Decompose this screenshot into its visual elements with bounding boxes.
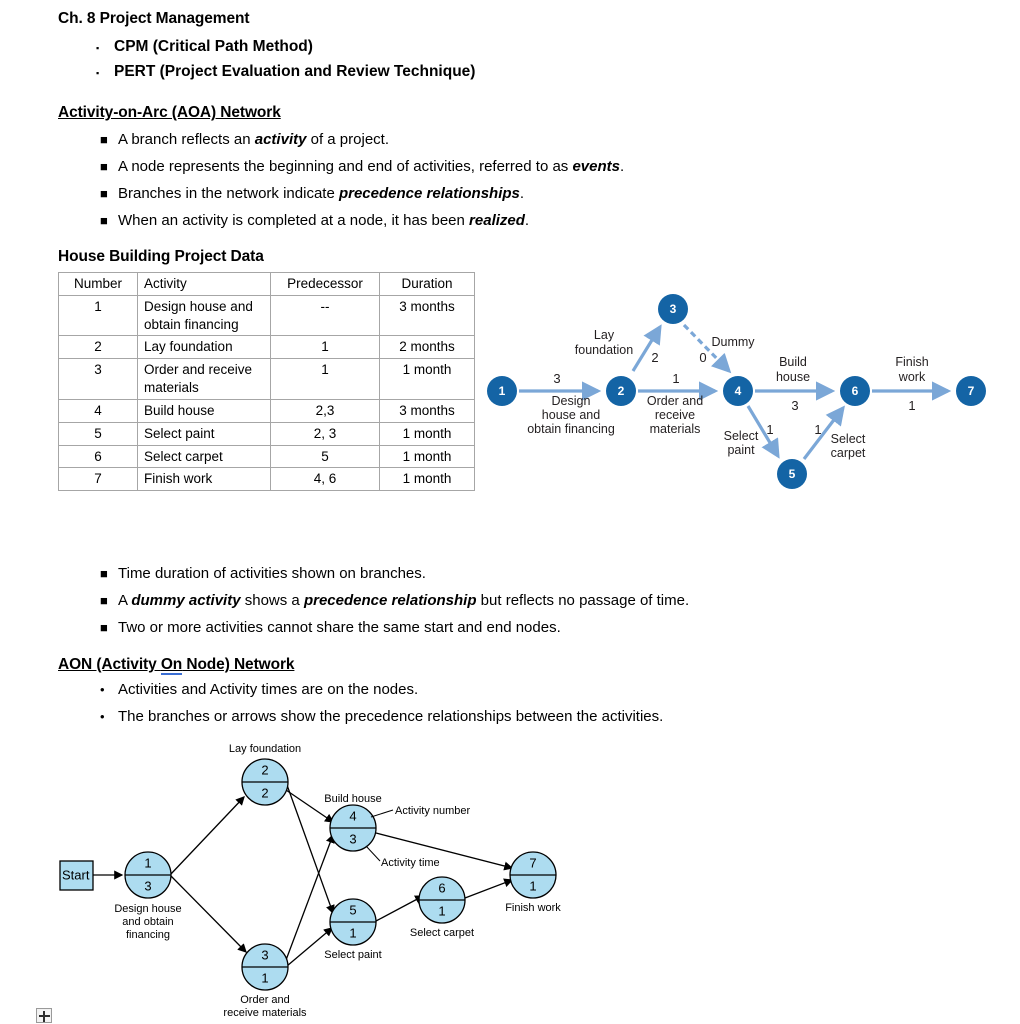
start-box-label: Start (62, 867, 90, 882)
aon-node-1-caption-line1: Design house (114, 903, 181, 915)
aon-edge-3-4 (285, 833, 335, 961)
aon-node-7: 7 1 Finish work (505, 851, 561, 914)
aon-node-1-caption-line3: financing (126, 929, 170, 941)
aon-node-6-number: 6 (438, 880, 445, 895)
activity-number-leader (370, 809, 394, 818)
aon-annotations: Activity number Activity time (365, 805, 471, 869)
aon-start-node: Start (59, 860, 94, 891)
aon-node-1-number: 1 (144, 855, 151, 870)
aon-node-7-time: 1 (529, 878, 536, 893)
annotation-activity-time: Activity time (381, 857, 440, 869)
document-page: Ch. 8 Project Management ▪ CPM (Critical… (0, 0, 1020, 1024)
aon-node-2-caption: Lay foundation (229, 743, 301, 755)
aon-node-3-caption-line2: receive materials (223, 1007, 307, 1019)
aon-node-1-time: 3 (144, 878, 151, 893)
aon-edge-6-7 (464, 878, 514, 899)
aon-node-7-caption: Finish work (505, 902, 561, 914)
aon-node-3-time: 1 (261, 970, 268, 985)
aon-nodes: 1 3 Design house and obtain financing 2 … (114, 743, 561, 1019)
aon-node-5: 5 1 Select paint (324, 898, 382, 961)
aon-node-4: 4 3 Build house (324, 793, 382, 852)
aon-node-4-time: 3 (349, 831, 356, 846)
aon-edge-1-2 (169, 796, 245, 876)
aon-node-4-caption: Build house (324, 793, 382, 805)
aon-node-1: 1 3 Design house and obtain financing (114, 851, 182, 941)
move-handle-icon[interactable] (36, 1008, 52, 1023)
aon-node-6: 6 1 Select carpet (410, 876, 474, 939)
aon-node-1-caption-line2: and obtain (122, 916, 173, 928)
aon-node-3-caption-line1: Order and (240, 994, 290, 1006)
aon-node-6-caption: Select carpet (410, 927, 474, 939)
aon-node-3: 3 1 Order and receive materials (223, 943, 307, 1019)
aon-network-diagram: Start 1 3 Design house and obtain financ… (59, 743, 561, 1019)
aon-node-2-time: 2 (261, 785, 268, 800)
activity-time-leader (365, 845, 381, 862)
aon-edge-5-6 (375, 895, 425, 922)
aon-node-5-number: 5 (349, 902, 356, 917)
aon-node-5-time: 1 (349, 925, 356, 940)
aon-node-2-number: 2 (261, 762, 268, 777)
aon-node-5-caption: Select paint (324, 949, 381, 961)
move-handle-bar-vertical (43, 1011, 45, 1022)
aon-node-7-number: 7 (529, 855, 536, 870)
annotation-activity-number: Activity number (395, 805, 471, 817)
aon-node-3-number: 3 (261, 947, 268, 962)
aon-node-6-time: 1 (438, 903, 445, 918)
aon-node-4-number: 4 (349, 808, 356, 823)
